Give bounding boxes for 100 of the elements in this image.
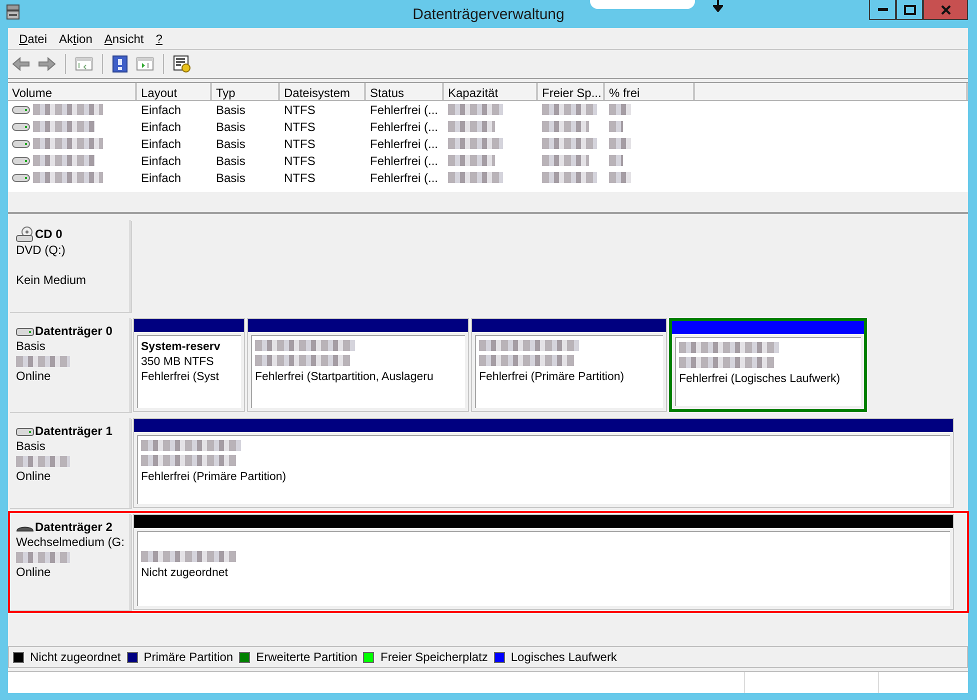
table-cell-text: NTFS (284, 102, 316, 118)
disk-name: Datenträger 0 (35, 324, 112, 339)
redacted-text (33, 172, 103, 183)
partition-status: Fehlerfrei (Logisches Laufwerk) (679, 373, 840, 385)
partition-status: Fehlerfrei (Startpartition, Auslageru (255, 371, 434, 383)
disk-type: Basis (16, 339, 46, 353)
redacted-text (33, 155, 95, 166)
redacted-text (448, 121, 495, 132)
minimize-icon (878, 8, 888, 12)
disk-status: Online (16, 369, 51, 383)
disk-status: Online (16, 469, 51, 483)
column-header[interactable]: Dateisystem (280, 83, 366, 100)
table-cell-text: Einfach (141, 170, 182, 186)
column-header[interactable]: Typ (212, 83, 280, 100)
column-header[interactable]: Kapazität (444, 83, 538, 100)
redacted-text (448, 104, 503, 115)
disk-type: DVD (Q:) (16, 243, 66, 257)
partition-status: Nicht zugeordnet (141, 567, 228, 579)
legend-label: Primäre Partition (144, 649, 234, 666)
disk-status: Kein Medium (16, 273, 86, 287)
redacted-text (542, 138, 597, 149)
table-cell-text: NTFS (284, 152, 316, 170)
legend-label: Erweiterte Partition (256, 649, 358, 666)
menu-item[interactable]: ? (150, 28, 168, 48)
redacted-text (609, 172, 631, 183)
properties-button[interactable] (171, 53, 193, 75)
table-cell-text: Basis (216, 136, 246, 152)
back-button[interactable] (10, 54, 32, 74)
redacted-text (609, 121, 623, 132)
redacted-text (542, 155, 589, 166)
table-cell-text: NTFS (284, 136, 316, 152)
redacted-text (33, 104, 103, 115)
column-header[interactable]: Freier Sp... (538, 83, 605, 100)
legend-label: Logisches Laufwerk (510, 649, 617, 666)
drive-icon (12, 122, 30, 132)
table-cell-text: Basis (216, 102, 246, 118)
disk-name: CD 0 (35, 227, 62, 242)
redacted-text (609, 155, 623, 166)
column-header[interactable]: Volume (8, 83, 137, 100)
disk-name: Datenträger 1 (35, 424, 112, 439)
close-button[interactable] (923, 0, 968, 20)
close-icon (940, 4, 950, 14)
partition-block[interactable]: Fehlerfrei (Primäre Partition) (133, 418, 954, 508)
partition-status: Fehlerfrei (Primäre Partition) (141, 471, 286, 483)
maximize-button[interactable] (896, 0, 923, 20)
table-cell-text: Einfach (141, 102, 182, 118)
table-cell-text: Basis (216, 152, 246, 170)
table-cell-text: Fehlerfrei (... (370, 170, 438, 186)
maximize-icon (904, 4, 916, 14)
disk-icon (16, 226, 34, 243)
redacted-text (16, 456, 70, 467)
redacted-text (448, 138, 503, 149)
partition-size: 350 MB NTFS (141, 356, 214, 368)
redacted-text (609, 138, 631, 149)
table-cell-text: Fehlerfrei (... (370, 118, 438, 136)
table-cell-text: Fehlerfrei (... (370, 152, 438, 170)
partition-status: Fehlerfrei (Primäre Partition) (479, 371, 624, 383)
redacted-text (448, 172, 503, 183)
menu-item[interactable]: Aktion (54, 28, 98, 48)
table-cell-text: Einfach (141, 118, 182, 136)
drive-icon (12, 156, 30, 166)
redacted-text (448, 155, 495, 166)
redacted-text (33, 138, 103, 149)
column-header[interactable]: Status (366, 83, 444, 100)
disk-type: Basis (16, 439, 46, 453)
redacted-text (609, 104, 631, 115)
drive-icon (12, 138, 30, 148)
column-header[interactable]: Layout (137, 83, 212, 100)
drive-icon (12, 104, 30, 114)
help-button[interactable] (110, 53, 130, 75)
app-icon (6, 4, 20, 20)
redacted-text (16, 552, 70, 563)
disk-type: Wechselmedium (G: (16, 535, 124, 549)
table-cell-text: Basis (216, 170, 246, 186)
minimize-button[interactable] (869, 0, 896, 20)
redacted-text (16, 356, 70, 367)
menu-item[interactable]: Datei (14, 28, 52, 48)
partition-block[interactable]: Nicht zugeordnet (133, 514, 954, 610)
redacted-text (33, 121, 95, 132)
down-arrow-icon (713, 0, 723, 12)
column-header[interactable]: % frei (605, 83, 695, 100)
legend-label: Freier Speicherplatz (380, 649, 488, 666)
table-cell-text: Fehlerfrei (... (370, 102, 438, 118)
partition-block[interactable]: Fehlerfrei (Logisches Laufwerk) (669, 318, 867, 412)
table-cell-text: Einfach (141, 152, 182, 170)
window-title: Datenträgerverwaltung (412, 5, 564, 25)
redacted-text (542, 121, 589, 132)
partition-block[interactable]: System-reserv 350 MB NTFS Fehlerfrei (Syst (133, 318, 245, 412)
table-cell-text: Fehlerfrei (... (370, 136, 438, 152)
redacted-text (542, 104, 597, 115)
legend-label: Nicht zugeordnet (30, 649, 121, 666)
forward-button[interactable] (36, 54, 58, 74)
disk-status: Online (16, 565, 51, 579)
partition-status: Fehlerfrei (Syst (141, 371, 219, 383)
partition-block[interactable]: Fehlerfrei (Startpartition, Auslageru (247, 318, 469, 412)
partition-block[interactable]: Fehlerfrei (Primäre Partition) (471, 318, 667, 412)
table-cell-text: Einfach (141, 136, 182, 152)
menu-item[interactable]: Ansicht (99, 28, 149, 48)
partition-name: System-reserv (141, 341, 220, 353)
table-cell-text: Basis (216, 118, 246, 136)
